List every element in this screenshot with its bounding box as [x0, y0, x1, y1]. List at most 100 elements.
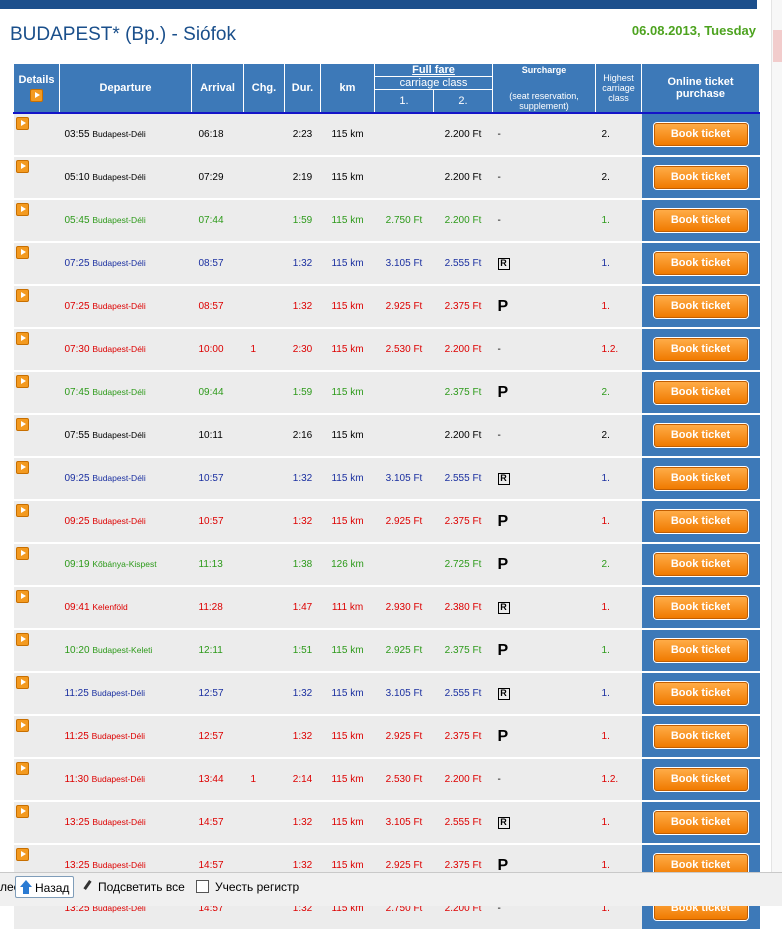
book-ticket-button[interactable]: Book ticket — [653, 338, 748, 361]
expand-details-icon[interactable] — [15, 719, 29, 732]
arrival-header[interactable]: Arrival — [191, 63, 244, 114]
changes-header: Chg. — [243, 63, 285, 114]
duration-cell: 1:38 — [284, 543, 321, 587]
scroll-thumb[interactable] — [773, 30, 782, 62]
expand-details-icon[interactable] — [15, 848, 29, 861]
book-ticket-button[interactable]: Book ticket — [653, 725, 748, 748]
highlight-all-button[interactable]: Подсветить все — [82, 880, 185, 894]
right-scroll-strip[interactable] — [771, 0, 782, 872]
book-ticket-button[interactable]: Book ticket — [653, 768, 748, 791]
book-ticket-button[interactable]: Book ticket — [653, 424, 748, 447]
fare-1st-cell: 2.925 Ft — [374, 500, 434, 544]
duration-cell: 1:32 — [284, 715, 321, 759]
fare-2nd-cell: 2.200 Ft — [433, 414, 493, 458]
book-ticket-button[interactable]: Book ticket — [653, 166, 748, 189]
supplement-icon: P — [497, 297, 509, 315]
surcharge-cell: R — [492, 801, 596, 845]
fare-2nd-cell: 2.555 Ft — [433, 672, 493, 716]
train-row: 05:45 Budapest-Déli 07:44 1:59 115 km 2.750 … — [13, 199, 760, 243]
reservation-required-icon: R — [497, 687, 510, 700]
train-row: 11:30 Budapest-Déli 13:44 1 2:14 115 km 2.530… — [13, 758, 760, 802]
book-ticket-button[interactable]: Book ticket — [653, 510, 748, 533]
changes-cell — [243, 156, 285, 200]
duration-cell: 1:32 — [284, 242, 321, 286]
surcharge-cell: - — [492, 414, 596, 458]
details-toggle-icon[interactable] — [30, 89, 43, 102]
expand-details-icon[interactable] — [15, 246, 29, 259]
book-ticket-button[interactable]: Book ticket — [653, 811, 748, 834]
book-ticket-button[interactable]: Book ticket — [653, 252, 748, 275]
expand-details-icon[interactable] — [15, 805, 29, 818]
distance-cell: 115 km — [320, 285, 375, 329]
departure-header[interactable]: Departure — [59, 63, 192, 114]
expand-details-icon[interactable] — [15, 461, 29, 474]
expand-details-icon[interactable] — [15, 504, 29, 517]
distance-cell: 115 km — [320, 629, 375, 673]
surcharge-cell: P — [492, 543, 596, 587]
timetable: Details Departure Arrival Chg. Dur. km F… — [13, 63, 761, 931]
expand-details-icon[interactable] — [15, 590, 29, 603]
departure-cell: 07:55 Budapest-Déli — [59, 414, 192, 458]
expand-details-icon[interactable] — [15, 160, 29, 173]
duration-cell: 1:59 — [284, 199, 321, 243]
expand-details-icon[interactable] — [15, 633, 29, 646]
surcharge-cell: - — [492, 199, 596, 243]
surcharge-cell: - — [492, 113, 596, 157]
expand-details-icon[interactable] — [15, 418, 29, 431]
fare-1st-cell: 2.925 Ft — [374, 629, 434, 673]
fare-2nd-cell: 2.555 Ft — [433, 242, 493, 286]
expand-details-icon[interactable] — [15, 375, 29, 388]
expand-details-icon[interactable] — [15, 203, 29, 216]
expand-details-icon[interactable] — [15, 332, 29, 345]
train-row: 09:19 Kőbánya-Kispest 11:13 1:38 126 km 2.72… — [13, 543, 760, 587]
book-ticket-button[interactable]: Book ticket — [653, 467, 748, 490]
expand-details-icon[interactable] — [15, 547, 29, 560]
duration-cell: 2:14 — [284, 758, 321, 802]
book-ticket-button[interactable]: Book ticket — [653, 639, 748, 662]
supplement-icon: P — [497, 512, 509, 530]
arrival-cell: 10:57 — [191, 457, 244, 501]
book-ticket-button[interactable]: Book ticket — [653, 596, 748, 619]
no-surcharge: - — [497, 430, 501, 441]
class-cell: 2. — [595, 543, 642, 587]
fare-1st-cell: 2.925 Ft — [374, 285, 434, 329]
book-ticket-button[interactable]: Book ticket — [653, 553, 748, 576]
train-row: 07:25 Budapest-Déli 08:57 1:32 115 km 3.105 … — [13, 242, 760, 286]
class-cell: 1.2. — [595, 328, 642, 372]
book-ticket-button[interactable]: Book ticket — [653, 381, 748, 404]
no-surcharge: - — [497, 215, 501, 226]
class-2-header: 2. — [432, 89, 494, 114]
surcharge-cell: P — [492, 500, 596, 544]
arrival-cell: 12:57 — [191, 715, 244, 759]
changes-cell — [243, 801, 285, 845]
book-ticket-button[interactable]: Book ticket — [653, 295, 748, 318]
surcharge-cell: P — [492, 285, 596, 329]
expand-details-icon[interactable] — [15, 676, 29, 689]
reservation-required-icon: R — [497, 816, 510, 829]
full-fare-link[interactable]: Full fare — [373, 63, 494, 77]
book-ticket-button[interactable]: Book ticket — [653, 123, 748, 146]
book-ticket-button[interactable]: Book ticket — [653, 682, 748, 705]
find-back-button[interactable]: Назад — [15, 876, 74, 898]
distance-cell: 115 km — [320, 156, 375, 200]
changes-cell — [243, 199, 285, 243]
train-row: 07:30 Budapest-Déli 10:00 1 2:30 115 km 2.530… — [13, 328, 760, 372]
surcharge-cell: R — [492, 457, 596, 501]
fare-1st-cell: 2.925 Ft — [374, 715, 434, 759]
expand-details-icon[interactable] — [15, 762, 29, 775]
distance-cell: 126 km — [320, 543, 375, 587]
details-header: Details — [13, 63, 60, 114]
match-case-checkbox[interactable]: Учесть регистр — [196, 880, 299, 894]
arrival-cell: 12:11 — [191, 629, 244, 673]
book-ticket-button[interactable]: Book ticket — [653, 209, 748, 232]
fare-2nd-cell: 2.200 Ft — [433, 758, 493, 802]
expand-details-icon[interactable] — [15, 289, 29, 302]
duration-cell: 1:32 — [284, 672, 321, 716]
duration-cell: 2:30 — [284, 328, 321, 372]
expand-details-icon[interactable] — [15, 117, 29, 130]
fare-2nd-cell: 2.380 Ft — [433, 586, 493, 630]
fare-2nd-cell: 2.200 Ft — [433, 113, 493, 157]
arrival-cell: 08:57 — [191, 242, 244, 286]
supplement-icon: P — [497, 641, 509, 659]
checkbox-icon[interactable] — [196, 880, 209, 893]
